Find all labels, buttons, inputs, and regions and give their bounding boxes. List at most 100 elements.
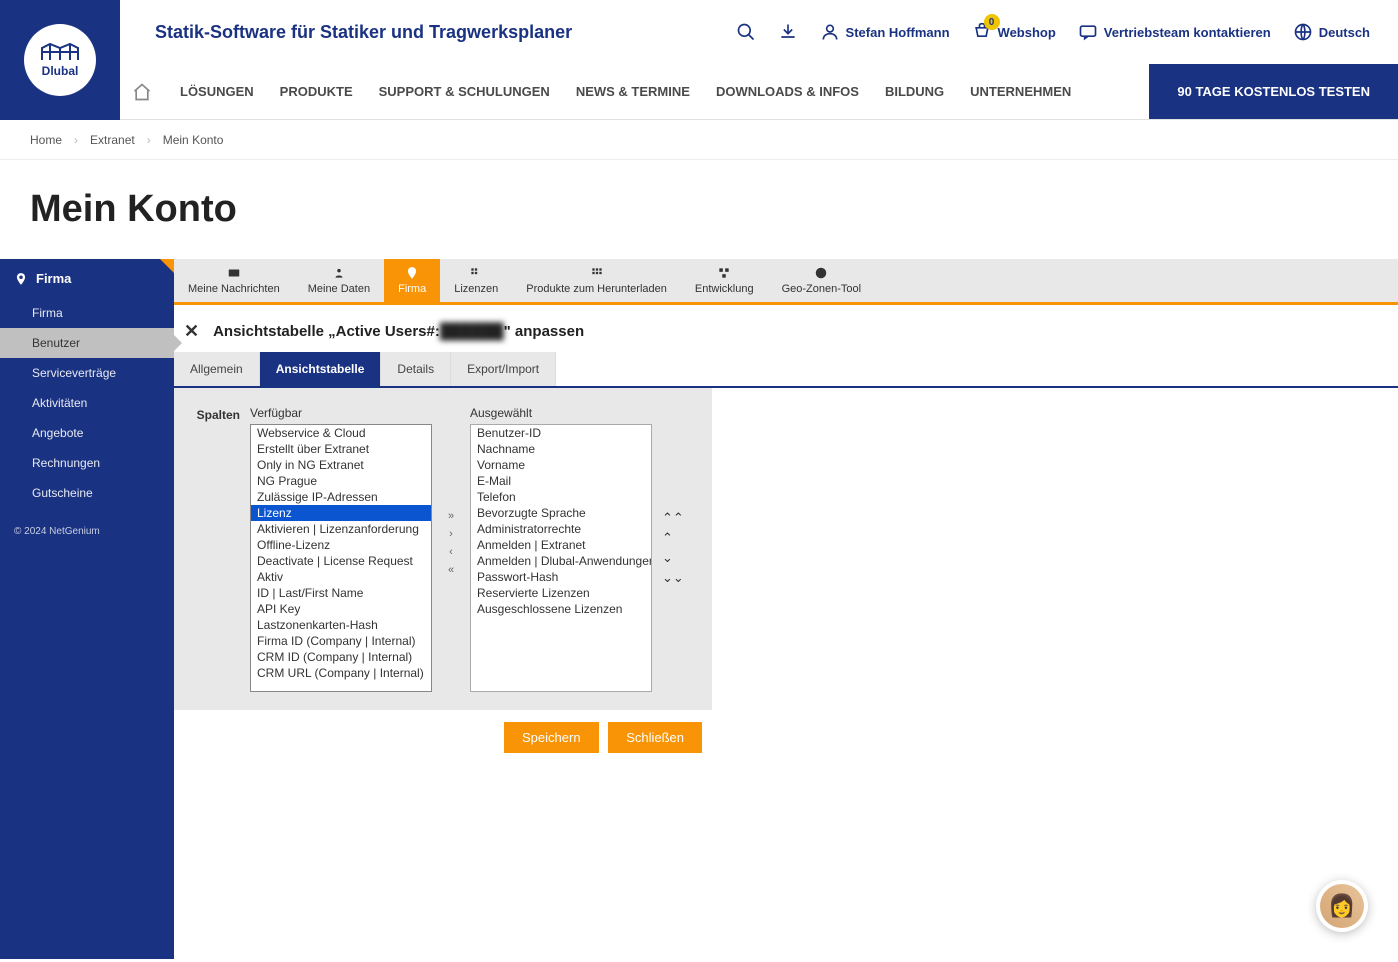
- available-item[interactable]: ID | Last/First Name: [251, 585, 431, 601]
- nav-item-1[interactable]: PRODUKTE: [280, 84, 353, 99]
- logo[interactable]: Dlubal: [0, 0, 120, 120]
- chevron-right-icon: ›: [74, 133, 78, 147]
- sidebar-header[interactable]: Firma: [0, 259, 174, 298]
- available-item[interactable]: Zulässige IP-Adressen: [251, 489, 431, 505]
- nav-item-3[interactable]: NEWS & TERMINE: [576, 84, 690, 99]
- move-all-left-icon[interactable]: «: [442, 564, 460, 578]
- available-item[interactable]: Firma ID (Company | Internal): [251, 633, 431, 649]
- top-tab-6[interactable]: Geo-Zonen-Tool: [768, 259, 876, 302]
- selected-item[interactable]: E-Mail: [471, 473, 651, 489]
- nav-item-0[interactable]: LÖSUNGEN: [180, 84, 254, 99]
- selected-item[interactable]: Reservierte Lizenzen: [471, 585, 651, 601]
- sidebar-item-firma[interactable]: Firma: [0, 298, 174, 328]
- subtab-1[interactable]: Ansichtstabelle: [260, 352, 382, 386]
- move-top-icon[interactable]: ⌃⌃: [662, 510, 684, 526]
- move-arrows: » › ‹ «: [442, 510, 460, 578]
- available-item[interactable]: NG Prague: [251, 473, 431, 489]
- breadcrumb-item-1[interactable]: Extranet: [90, 133, 135, 147]
- logo-circle: Dlubal: [24, 24, 96, 96]
- nav-item-2[interactable]: SUPPORT & SCHULUNGEN: [379, 84, 550, 99]
- selected-item[interactable]: Passwort-Hash: [471, 569, 651, 585]
- selected-item[interactable]: Anmelden | Dlubal-Anwendungen: [471, 553, 651, 569]
- top-tab-2[interactable]: Firma: [384, 259, 440, 302]
- user-button[interactable]: Stefan Hoffmann: [820, 22, 950, 42]
- subtab-0[interactable]: Allgemein: [174, 352, 260, 386]
- move-all-right-icon[interactable]: »: [442, 510, 460, 524]
- selected-item[interactable]: Telefon: [471, 489, 651, 505]
- selected-item[interactable]: Anmelden | Extranet: [471, 537, 651, 553]
- subtabs: AllgemeinAnsichtstabelleDetailsExport/Im…: [174, 352, 1398, 388]
- available-item[interactable]: CRM ID (Company | Internal): [251, 649, 431, 665]
- webshop-label: Webshop: [998, 25, 1056, 40]
- panel-title: Ansichtstabelle „Active Users#:██████" a…: [213, 323, 584, 340]
- sidebar-item-angebote[interactable]: Angebote: [0, 418, 174, 448]
- config-area: Spalten Verfügbar Webservice & CloudErst…: [174, 388, 712, 710]
- move-right-icon[interactable]: ›: [442, 528, 460, 542]
- sidebar-header-label: Firma: [36, 271, 71, 286]
- pin-icon: [14, 272, 28, 286]
- move-down-icon[interactable]: ⌄: [662, 550, 684, 566]
- search-icon[interactable]: [736, 22, 756, 42]
- available-item[interactable]: Offline-Lizenz: [251, 537, 431, 553]
- order-arrows: ⌃⌃ ⌃ ⌄ ⌄⌄: [662, 510, 684, 586]
- selected-item[interactable]: Administratorrechte: [471, 521, 651, 537]
- tagline: Statik-Software für Statiker und Tragwer…: [155, 22, 572, 43]
- selected-item[interactable]: Benutzer-ID: [471, 425, 651, 441]
- sidebar-item-benutzer[interactable]: Benutzer: [0, 328, 174, 358]
- chat-bubble[interactable]: 👩: [1316, 880, 1368, 932]
- sidebar-item-rechnungen[interactable]: Rechnungen: [0, 448, 174, 478]
- available-listbox[interactable]: Webservice & CloudErstellt über Extranet…: [250, 424, 432, 692]
- nav-bar: LÖSUNGEN PRODUKTE SUPPORT & SCHULUNGEN NEWS…: [120, 64, 1398, 120]
- available-item[interactable]: Only in NG Extranet: [251, 457, 431, 473]
- breadcrumb: Home›Extranet›Mein Konto: [0, 120, 1398, 160]
- contact-label: Vertriebsteam kontaktieren: [1104, 25, 1271, 40]
- subtab-3[interactable]: Export/Import: [451, 352, 556, 386]
- subtab-2[interactable]: Details: [381, 352, 451, 386]
- contact-button[interactable]: Vertriebsteam kontaktieren: [1078, 22, 1271, 42]
- available-label: Verfügbar: [250, 406, 432, 420]
- language-button[interactable]: Deutsch: [1293, 22, 1370, 42]
- close-icon[interactable]: ✕: [184, 321, 199, 342]
- move-bottom-icon[interactable]: ⌄⌄: [662, 570, 684, 586]
- move-left-icon[interactable]: ‹: [442, 546, 460, 560]
- columns-label: Spalten: [184, 406, 240, 422]
- selected-label: Ausgewählt: [470, 406, 652, 420]
- nav-item-5[interactable]: BILDUNG: [885, 84, 944, 99]
- top-tabs: Meine NachrichtenMeine DatenFirmaLizenze…: [174, 259, 1398, 305]
- available-item[interactable]: Aktiv: [251, 569, 431, 585]
- webshop-button[interactable]: 0 Webshop: [972, 22, 1056, 42]
- top-tab-5[interactable]: Entwicklung: [681, 259, 768, 302]
- available-item[interactable]: Lastzonenkarten-Hash: [251, 617, 431, 633]
- sidebar-item-serviceverträge[interactable]: Serviceverträge: [0, 358, 174, 388]
- save-button[interactable]: Speichern: [504, 722, 599, 753]
- breadcrumb-item-0[interactable]: Home: [30, 133, 62, 147]
- logo-text: Dlubal: [42, 64, 79, 78]
- available-item[interactable]: Lizenz: [251, 505, 431, 521]
- available-item[interactable]: Erstellt über Extranet: [251, 441, 431, 457]
- top-tab-0[interactable]: Meine Nachrichten: [174, 259, 294, 302]
- sidebar-item-gutscheine[interactable]: Gutscheine: [0, 478, 174, 508]
- bridge-icon: [40, 42, 80, 62]
- selected-item[interactable]: Ausgeschlossene Lizenzen: [471, 601, 651, 617]
- close-button[interactable]: Schließen: [608, 722, 702, 753]
- available-item[interactable]: Webservice & Cloud: [251, 425, 431, 441]
- available-item[interactable]: API Key: [251, 601, 431, 617]
- nav-item-6[interactable]: UNTERNEHMEN: [970, 84, 1071, 99]
- top-tab-1[interactable]: Meine Daten: [294, 259, 384, 302]
- nav-item-4[interactable]: DOWNLOADS & INFOS: [716, 84, 859, 99]
- selected-item[interactable]: Nachname: [471, 441, 651, 457]
- chevron-right-icon: ›: [147, 133, 151, 147]
- move-up-icon[interactable]: ⌃: [662, 530, 684, 546]
- top-tab-3[interactable]: Lizenzen: [440, 259, 512, 302]
- selected-listbox[interactable]: Benutzer-IDNachnameVornameE-MailTelefonB…: [470, 424, 652, 692]
- download-icon[interactable]: [778, 22, 798, 42]
- selected-item[interactable]: Bevorzugte Sprache: [471, 505, 651, 521]
- available-item[interactable]: Aktivieren | Lizenzanforderung: [251, 521, 431, 537]
- available-item[interactable]: CRM URL (Company | Internal): [251, 665, 431, 681]
- home-icon[interactable]: [120, 64, 164, 119]
- available-item[interactable]: Deactivate | License Request: [251, 553, 431, 569]
- selected-item[interactable]: Vorname: [471, 457, 651, 473]
- top-tab-4[interactable]: Produkte zum Herunterladen: [512, 259, 681, 302]
- cta-button[interactable]: 90 TAGE KOSTENLOS TESTEN: [1149, 64, 1398, 119]
- sidebar-item-aktivitäten[interactable]: Aktivitäten: [0, 388, 174, 418]
